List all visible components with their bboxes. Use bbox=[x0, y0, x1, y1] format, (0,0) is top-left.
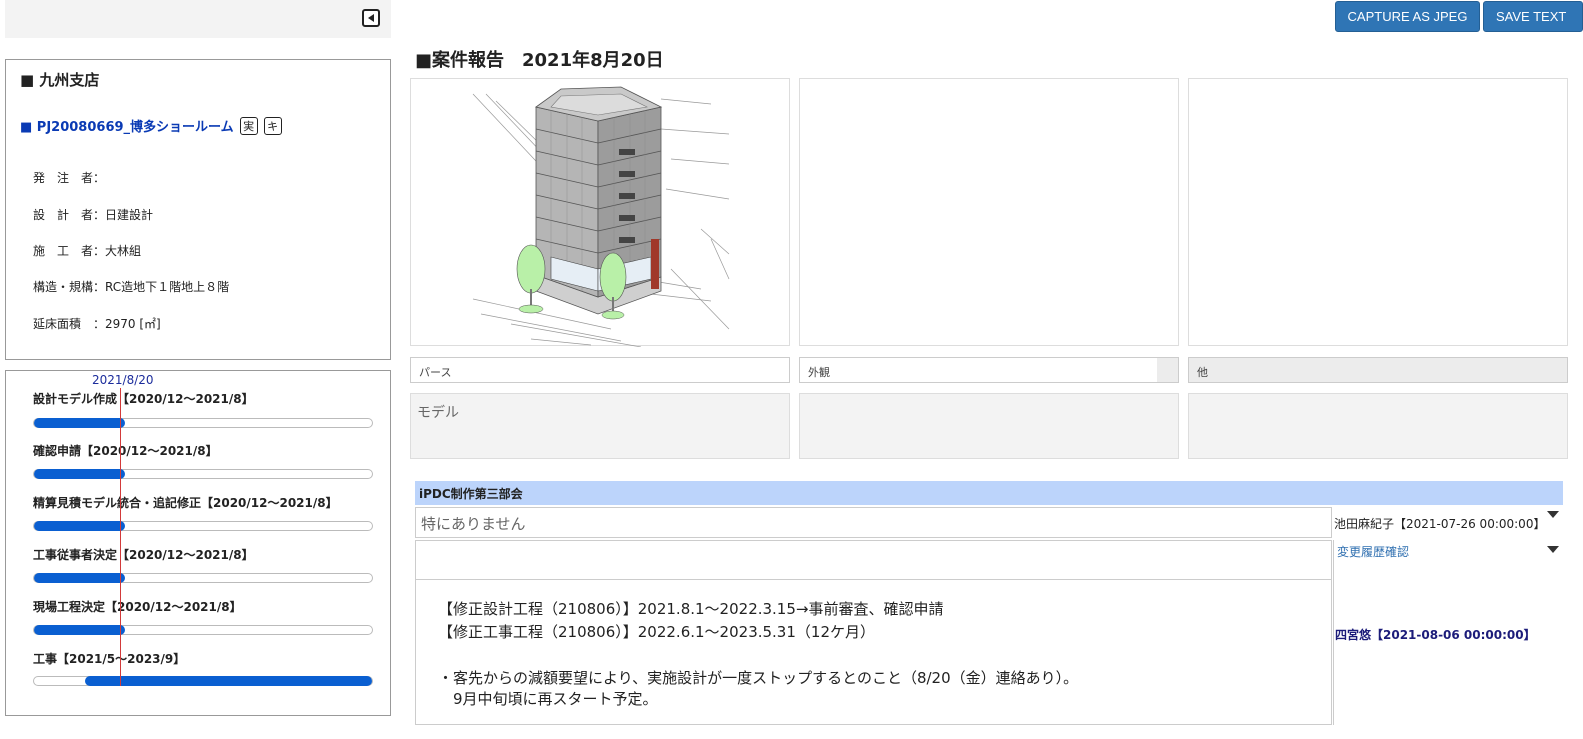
task-label: 精算見積モデル統合・追記修正【2020/12～2021/8】 bbox=[33, 496, 338, 510]
info-value: 日建設計 bbox=[105, 208, 154, 222]
task-progress-bar bbox=[33, 418, 373, 428]
task-label: 現場工程決定【2020/12～2021/8】 bbox=[33, 600, 242, 614]
task-progress-bar bbox=[33, 521, 373, 531]
note-field-1[interactable]: モデル bbox=[410, 393, 790, 459]
divider bbox=[416, 579, 1331, 580]
note-field-2[interactable] bbox=[799, 393, 1179, 459]
today-label: 2021/8/20 bbox=[92, 373, 154, 387]
task-progress-bar bbox=[33, 676, 373, 686]
department-header: iPDC制作第三部会 bbox=[415, 481, 1563, 505]
note-field-3[interactable] bbox=[1188, 393, 1568, 459]
comment-2-author: 四宮悠【2021-08-06 00:00:00】 bbox=[1335, 628, 1536, 642]
task-progress-fill bbox=[34, 418, 126, 428]
info-value: RC造地下１階地上８階 bbox=[105, 280, 230, 294]
task-label: 設計モデル作成【2020/12～2021/8】 bbox=[33, 392, 254, 406]
project-link[interactable]: ■ PJ20080669_博多ショールーム 実 キ bbox=[20, 116, 282, 135]
comment-2-line: 【修正設計工程（210806）】2021.8.1～2022.3.15→事前審査、… bbox=[438, 600, 944, 618]
project-chip-1[interactable]: 実 bbox=[239, 116, 258, 135]
schedule-panel: 2021/8/20 設計モデル作成【2020/12～2021/8】 確認申請【2… bbox=[5, 370, 391, 716]
caption-field-exterior[interactable]: 外観 bbox=[799, 357, 1179, 383]
photo-slot-other[interactable] bbox=[1188, 78, 1568, 346]
info-label: 発 注 者： bbox=[33, 171, 106, 185]
info-row-designer: 設 計 者：日建設計 bbox=[33, 206, 153, 223]
divider bbox=[1333, 540, 1334, 725]
info-label: 設 計 者： bbox=[33, 208, 106, 222]
comment-2-line: 【修正工事工程（210806）】2022.6.1～2023.5.31（12ケ月） bbox=[438, 623, 875, 641]
photo-slot-exterior[interactable] bbox=[799, 78, 1179, 346]
report-title: ■案件報告 2021年8月20日 bbox=[415, 50, 664, 71]
info-value: 大林組 bbox=[105, 244, 142, 258]
info-label: 施 工 者： bbox=[33, 244, 106, 258]
comment-field-1[interactable]: 特にありません bbox=[415, 507, 1332, 538]
task-progress-fill bbox=[34, 625, 126, 635]
info-label: 延床面積 ： bbox=[33, 317, 106, 331]
capture-jpeg-button[interactable]: CAPTURE AS JPEG bbox=[1335, 1, 1480, 32]
project-info-panel: ■ 九州支店 ■ PJ20080669_博多ショールーム 実 キ 発 注 者： … bbox=[5, 59, 391, 360]
task-label: 工事従事者決定【2020/12～2021/8】 bbox=[33, 548, 254, 562]
project-name[interactable]: ■ PJ20080669_博多ショールーム bbox=[20, 116, 234, 135]
collapse-sidebar-button[interactable] bbox=[362, 9, 380, 27]
comment-1-author: 池田麻紀子【2021-07-26 00:00:00】 bbox=[1334, 517, 1546, 531]
comment-field-2[interactable]: 【修正設計工程（210806）】2021.8.1～2022.3.15→事前審査、… bbox=[415, 540, 1332, 725]
task-progress-bar bbox=[33, 625, 373, 635]
task-label: 確認申請【2020/12～2021/8】 bbox=[33, 444, 218, 458]
task-progress-fill bbox=[84, 676, 372, 686]
dropdown-triangle-icon[interactable] bbox=[1547, 511, 1559, 518]
task-progress-bar bbox=[33, 573, 373, 583]
comment-1-meta: 池田麻紀子【2021-07-26 00:00:00】 bbox=[1334, 507, 1583, 538]
task-progress-fill bbox=[34, 469, 126, 479]
branch-title: ■ 九州支店 bbox=[20, 71, 100, 89]
task-label: 工事【2021/5～2023/9】 bbox=[33, 652, 186, 666]
task-progress-fill bbox=[34, 521, 126, 531]
info-row-structure: 構造・規構：RC造地下１階地上８階 bbox=[33, 278, 229, 295]
task-progress-fill bbox=[34, 573, 126, 583]
building-perspective-image bbox=[472, 86, 730, 348]
caption-field-other[interactable]: 他 bbox=[1188, 357, 1568, 383]
info-row-client: 発 注 者： bbox=[33, 169, 105, 186]
photo-slot-perspective[interactable] bbox=[410, 78, 790, 348]
info-row-contractor: 施 工 者：大林組 bbox=[33, 242, 141, 259]
today-marker-line bbox=[120, 388, 121, 686]
project-chip-2[interactable]: キ bbox=[263, 116, 282, 135]
comment-2-line: ・客先からの減額要望により、実施設計が一度ストップするとのこと（8/20（金）連… bbox=[438, 669, 1079, 687]
sidebar-header bbox=[5, 0, 391, 38]
save-text-button[interactable]: SAVE TEXT bbox=[1483, 1, 1583, 32]
info-label: 構造・規構： bbox=[33, 280, 106, 294]
info-value: 2970 [㎡] bbox=[105, 317, 161, 331]
task-progress-bar bbox=[33, 469, 373, 479]
triangle-left-icon bbox=[368, 14, 374, 22]
change-history-link[interactable]: 変更履歴確認 bbox=[1337, 543, 1409, 560]
info-row-floor-area: 延床面積 ：2970 [㎡] bbox=[33, 315, 161, 332]
caption-field-perspective[interactable]: パース bbox=[410, 357, 790, 383]
dropdown-triangle-icon[interactable] bbox=[1547, 546, 1559, 553]
comment-2-line: 9月中旬頃に再スタート予定。 bbox=[438, 690, 658, 708]
